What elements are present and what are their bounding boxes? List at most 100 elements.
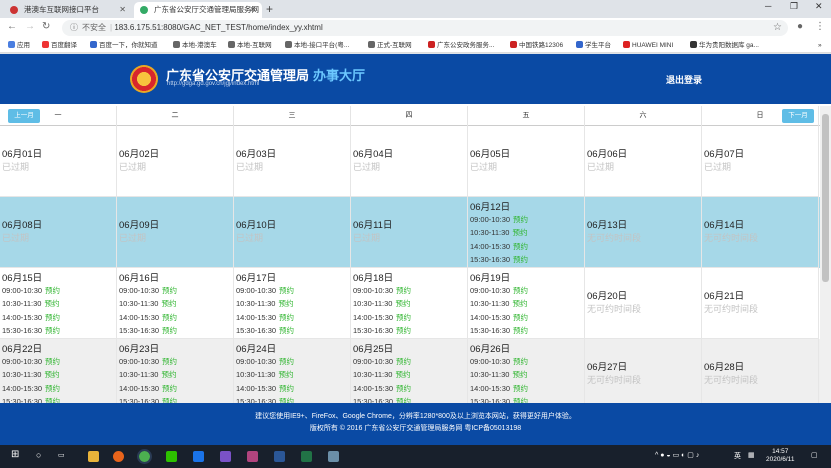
book-link[interactable]: 预约 [513,326,528,335]
calendar-day-cell[interactable]: 06月15日 09:00-10:30 预约 10:30-11:30 预约 14:00-15… [0,268,117,339]
book-link[interactable]: 预约 [45,286,60,295]
calendar-day-cell[interactable]: 06月20日 无可约时间段 [585,268,702,339]
more-bookmarks-icon[interactable]: » [818,38,822,53]
prev-month-button[interactable]: 上一月 [8,109,40,123]
calendar-day-cell[interactable]: 06月08日 已过期 [0,197,117,268]
book-link[interactable]: 预约 [396,286,411,295]
book-link[interactable]: 预约 [44,370,59,379]
book-link[interactable]: 预约 [44,299,59,308]
app-icon[interactable] [247,451,258,462]
calendar-day-cell[interactable]: 06月04日 已过期 [351,126,468,197]
bookmark-item[interactable]: 本地-港澳车 [173,38,217,53]
file-explorer-icon[interactable] [88,451,99,462]
calendar-day-cell[interactable]: 06月03日 已过期 [234,126,351,197]
book-link[interactable]: 预约 [45,326,60,335]
calendar-day-cell[interactable]: 06月05日 已过期 [468,126,585,197]
info-icon[interactable]: ⓘ [70,20,78,36]
book-link[interactable]: 预约 [512,228,527,237]
book-link[interactable]: 预约 [162,357,177,366]
calendar-day-cell[interactable]: 06月27日 无可约时间段 [585,339,702,403]
book-link[interactable]: 预约 [513,357,528,366]
browser-tab-active[interactable]: 广东省公安厅交通管理局服务网 ✕ [134,2,262,18]
close-tab-icon[interactable]: ✕ [119,2,126,18]
book-link[interactable]: 预约 [162,326,177,335]
book-link[interactable]: 预约 [513,384,528,393]
book-link[interactable]: 预约 [513,286,528,295]
calendar-day-cell[interactable]: 06月06日 已过期 [585,126,702,197]
start-icon[interactable]: ⊞ [11,449,19,460]
bookmark-item[interactable]: 本地-接口平台(粤... [285,38,349,53]
profile-icon[interactable]: ● [797,21,803,32]
calendar-day-cell[interactable]: 06月12日 09:00-10:30 预约 10:30-11:30 预约 14:00-15… [468,197,585,268]
bookmark-item[interactable]: 百度翻译 [42,38,77,53]
bookmark-item[interactable]: 广东公安政务服务... [428,38,494,53]
minimize-icon[interactable]: ─ [765,1,771,11]
close-tab-icon[interactable]: ✕ [249,2,256,18]
calendar-day-cell[interactable]: 06月18日 09:00-10:30 预约 10:30-11:30 预约 14:00-15… [351,268,468,339]
calendar-day-cell[interactable]: 06月10日 已过期 [234,197,351,268]
book-link[interactable]: 预约 [161,299,176,308]
new-tab-button[interactable]: + [266,2,273,16]
calendar-day-cell[interactable]: 06月07日 已过期 [702,126,819,197]
book-link[interactable]: 预约 [396,313,411,322]
bookmark-item[interactable]: 华为贵阳数据库 ga... [690,38,759,53]
search-icon[interactable]: ○ [36,450,41,460]
site-url[interactable]: http://gdga.gd.gov.cn/jgj/index.html [167,81,259,87]
book-link[interactable]: 预约 [396,326,411,335]
forward-icon[interactable]: → [25,21,35,32]
bookmark-item[interactable]: 中国铁路12306 [510,38,563,53]
firefox-icon[interactable] [113,451,124,462]
calendar-day-cell[interactable]: 06月02日 已过期 [117,126,234,197]
book-link[interactable]: 预约 [279,384,294,393]
bookmark-star-icon[interactable]: ☆ [773,20,782,36]
calendar-day-cell[interactable]: 06月25日 09:00-10:30 预约 10:30-11:30 预约 14:00-15… [351,339,468,403]
book-link[interactable]: 预约 [279,357,294,366]
bookmark-item[interactable]: 应用 [8,38,30,53]
ime-indicator[interactable]: 英 [734,451,741,461]
calendar-day-cell[interactable]: 06月09日 已过期 [117,197,234,268]
app-icon[interactable] [328,451,339,462]
notifications-icon[interactable]: ▢ [811,451,818,459]
book-link[interactable]: 预约 [512,299,527,308]
book-link[interactable]: 预约 [279,286,294,295]
book-link[interactable]: 预约 [395,370,410,379]
wechat-icon[interactable] [166,451,177,462]
book-link[interactable]: 预约 [513,255,528,264]
bookmark-item[interactable]: 本地-互联网 [228,38,272,53]
book-link[interactable]: 预约 [395,299,410,308]
calendar-day-cell[interactable]: 06月11日 已过期 [351,197,468,268]
app-icon[interactable] [193,451,204,462]
calendar-day-cell[interactable]: 06月19日 09:00-10:30 预约 10:30-11:30 预约 14:00-15… [468,268,585,339]
logout-link[interactable]: 退出登录 [666,73,702,86]
calendar-day-cell[interactable]: 06月14日 无可约时间段 [702,197,819,268]
calendar-day-cell[interactable]: 06月01日 已过期 [0,126,117,197]
calendar-day-cell[interactable]: 06月26日 09:00-10:30 预约 10:30-11:30 预约 14:00-15… [468,339,585,403]
bookmark-item[interactable]: HUAWEI MINI [623,38,673,53]
book-link[interactable]: 预约 [45,357,60,366]
system-clock[interactable]: 14:57 2020/6/11 [766,448,794,464]
book-link[interactable]: 预约 [162,286,177,295]
back-icon[interactable]: ← [7,21,17,32]
bookmark-item[interactable]: 正式-互联网 [368,38,412,53]
excel-icon[interactable] [301,451,312,462]
page-scrollbar[interactable] [820,106,831,403]
book-link[interactable]: 预约 [162,384,177,393]
reload-icon[interactable]: ↻ [42,21,50,32]
calendar-day-cell[interactable]: 06月17日 09:00-10:30 预约 10:30-11:30 预约 14:00-15… [234,268,351,339]
bookmark-item[interactable]: 学生平台 [576,38,611,53]
tray-icons[interactable]: ^ ● ◒ ▭ ◐ ▢ ♪ [655,451,699,459]
calendar-day-cell[interactable]: 06月16日 09:00-10:30 预约 10:30-11:30 预约 14:00-15… [117,268,234,339]
next-month-button[interactable]: 下一月 [782,109,814,123]
calendar-day-cell[interactable]: 06月28日 无可约时间段 [702,339,819,403]
browser-tab[interactable]: 港澳车互联网接口平台 ✕ [4,2,132,18]
calendar-day-cell[interactable]: 06月24日 09:00-10:30 预约 10:30-11:30 预约 14:00-15… [234,339,351,403]
ime-grid-icon[interactable]: ▦ [748,451,755,459]
chrome-icon[interactable] [137,449,152,464]
book-link[interactable]: 预约 [162,313,177,322]
bookmark-item[interactable]: 百度一下，你就知道 [90,38,158,53]
menu-icon[interactable]: ⋮ [815,21,825,32]
calendar-day-cell[interactable]: 06月22日 09:00-10:30 预约 10:30-11:30 预约 14:00-15… [0,339,117,403]
close-window-icon[interactable]: ✕ [815,1,823,12]
scrollbar-thumb[interactable] [822,114,829,282]
book-link[interactable]: 预约 [513,242,528,251]
